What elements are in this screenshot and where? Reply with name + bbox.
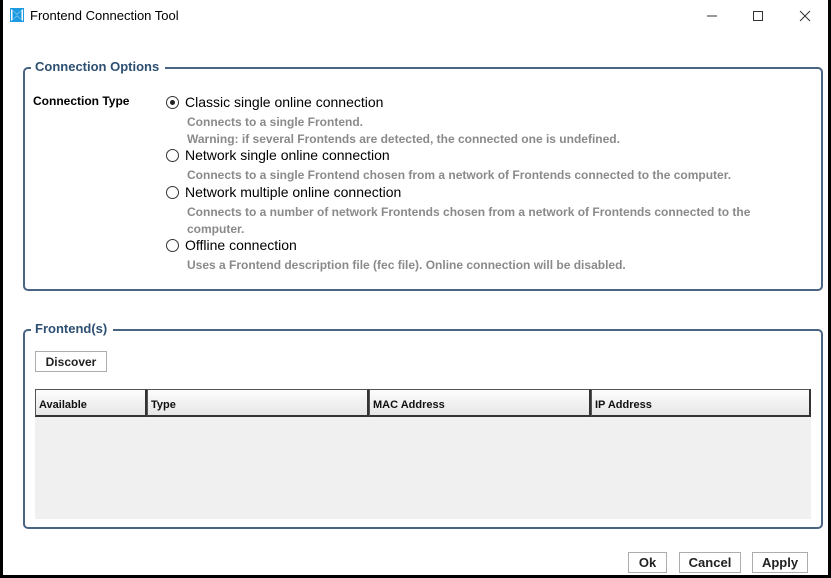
option-label: Classic single online connection bbox=[185, 94, 384, 110]
maximize-button[interactable] bbox=[735, 0, 781, 32]
minimize-button[interactable] bbox=[689, 0, 735, 32]
radio-network-multiple[interactable] bbox=[166, 186, 179, 199]
close-icon bbox=[799, 10, 811, 22]
connection-options-group: Connection Options Connection Type Class… bbox=[23, 59, 823, 291]
maximize-icon bbox=[753, 11, 763, 21]
connection-options-title: Connection Options bbox=[31, 59, 166, 74]
column-header-ip-address[interactable]: IP Address bbox=[591, 389, 811, 417]
option-description: Connects to a single Frontend chosen fro… bbox=[187, 168, 732, 182]
column-header-type[interactable]: Type bbox=[147, 389, 369, 417]
radio-network-single[interactable] bbox=[166, 149, 179, 162]
frontends-table[interactable]: Available Type MAC Address IP Address bbox=[35, 389, 811, 519]
frontends-title: Frontend(s) bbox=[31, 321, 114, 336]
discover-button[interactable]: Discover bbox=[35, 351, 107, 372]
close-button[interactable] bbox=[782, 0, 828, 32]
option-description: Connects to a number of network Frontend… bbox=[187, 205, 751, 236]
ok-button[interactable]: Ok bbox=[628, 552, 667, 573]
column-header-mac-address[interactable]: MAC Address bbox=[369, 389, 591, 417]
cancel-button[interactable]: Cancel bbox=[679, 552, 741, 573]
option-description: Uses a Frontend description file (fec fi… bbox=[187, 258, 626, 272]
option-label: Network single online connection bbox=[185, 147, 390, 163]
title-bar: Frontend Connection Tool bbox=[3, 0, 828, 32]
option-description: Connects to a single Frontend. Warning: … bbox=[187, 114, 787, 148]
connection-type-label: Connection Type bbox=[33, 94, 130, 108]
column-header-available[interactable]: Available bbox=[35, 389, 147, 417]
app-logo-icon bbox=[10, 8, 24, 22]
option-label: Network multiple online connection bbox=[185, 184, 402, 200]
option-label: Offline connection bbox=[185, 237, 297, 253]
frontend-connection-window: Frontend Connection Tool Connection Opti… bbox=[3, 0, 828, 575]
apply-button[interactable]: Apply bbox=[752, 552, 808, 573]
frontends-group: Frontend(s) Discover Available Type MAC … bbox=[23, 321, 823, 529]
option-warning-line: Warning: if several Frontends are detect… bbox=[187, 132, 620, 146]
option-description-line: Connects to a single Frontend. bbox=[187, 115, 364, 129]
table-header: Available Type MAC Address IP Address bbox=[35, 389, 811, 417]
minimize-icon bbox=[707, 15, 717, 17]
window-title: Frontend Connection Tool bbox=[30, 8, 179, 23]
radio-offline[interactable] bbox=[166, 239, 179, 252]
radio-classic-single[interactable] bbox=[166, 96, 179, 109]
